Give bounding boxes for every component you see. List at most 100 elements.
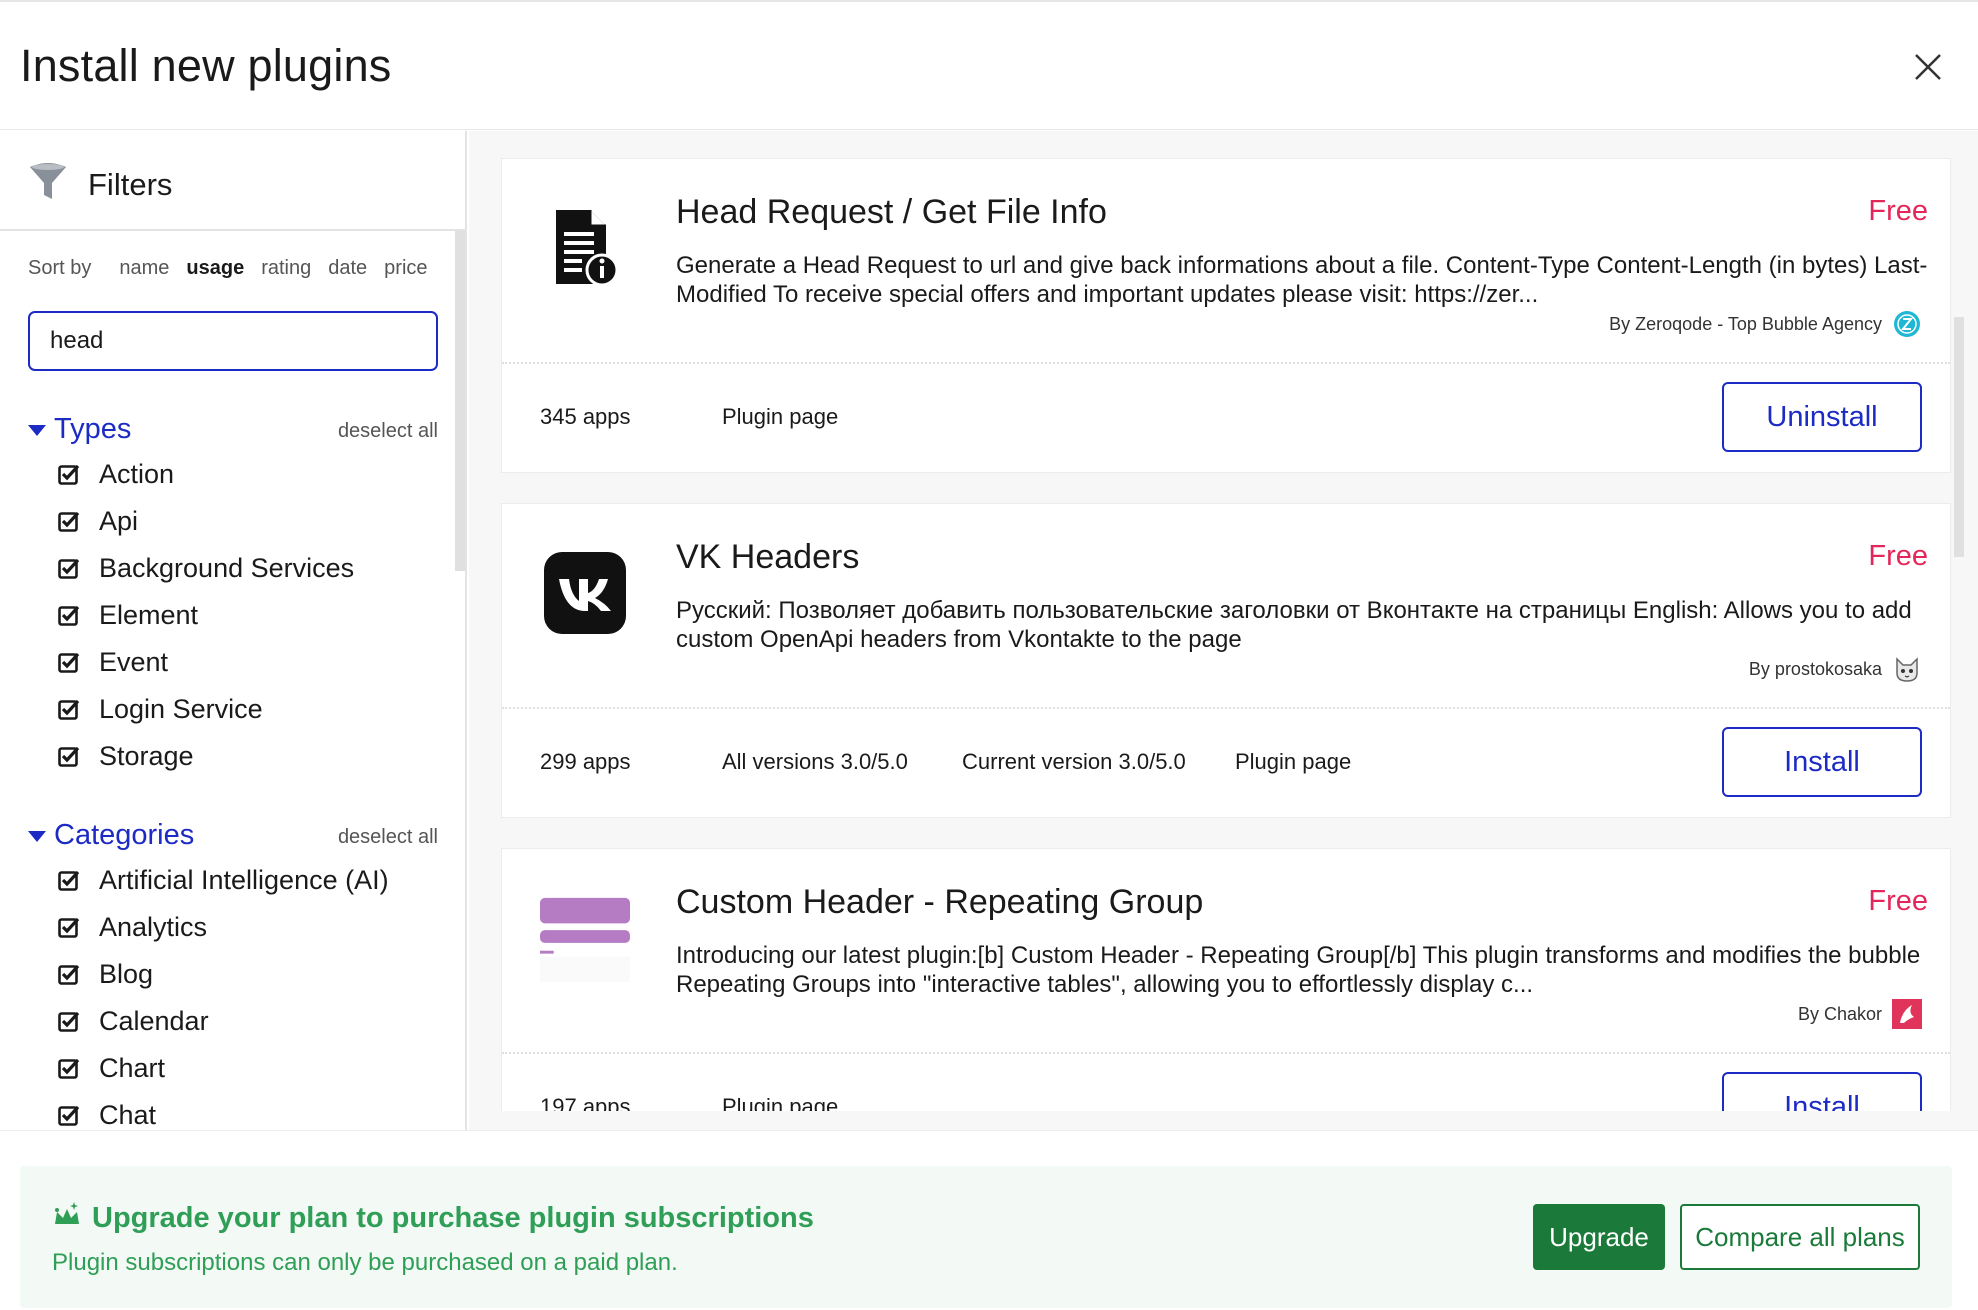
caret-down-icon (28, 425, 46, 436)
upgrade-subtitle: Plugin subscriptions can only be purchas… (52, 1249, 678, 1276)
compare-plans-button[interactable]: Compare all plans (1680, 1204, 1920, 1270)
main-scrollbar[interactable] (1954, 317, 1964, 557)
document-info-icon (540, 203, 630, 293)
list-clip-edge (469, 1111, 1978, 1130)
upgrade-button[interactable]: Upgrade (1533, 1204, 1665, 1270)
plugin-card-top: Head Request / Get File Info Free Genera… (502, 159, 1950, 364)
checkbox-checked-icon[interactable] (58, 1057, 80, 1079)
uninstall-button[interactable]: Uninstall (1722, 382, 1922, 452)
checkbox-checked-icon[interactable] (58, 557, 80, 579)
sort-option-date[interactable]: date (328, 257, 367, 280)
install-button[interactable]: Install (1722, 727, 1922, 797)
checkbox-checked-icon[interactable] (58, 1010, 80, 1032)
upgrade-title: Upgrade your plan to purchase plugin sub… (92, 1202, 814, 1234)
chakor-avatar-icon (1892, 999, 1922, 1029)
checkbox-label: Login Service (99, 694, 263, 724)
funnel-icon (30, 163, 66, 199)
type-checkbox-item[interactable]: Storage (28, 733, 438, 780)
plugin-price: Free (1868, 885, 1928, 917)
plugin-author: By Zeroqode - Top Bubble Agency (1609, 309, 1922, 339)
category-checkbox-item[interactable]: Chart (28, 1045, 438, 1092)
checkbox-checked-icon[interactable] (58, 916, 80, 938)
checkbox-checked-icon[interactable] (58, 698, 80, 720)
category-checkbox-item[interactable]: Analytics (28, 904, 438, 951)
plugin-card-top: VK Headers Free Русский: Позволяет добав… (502, 504, 1950, 709)
author-name: By Chakor (1797, 1003, 1882, 1024)
categories-header[interactable]: Categories deselect all (28, 817, 438, 857)
checkbox-label: Artificial Intelligence (AI) (99, 865, 389, 895)
plugin-description: Generate a Head Request to url and give … (676, 252, 1928, 308)
plugin-card: Head Request / Get File Info Free Genera… (501, 158, 1951, 473)
plugin-page-link[interactable]: Plugin page (722, 404, 838, 430)
plugin-name[interactable]: Custom Header - Repeating Group (676, 883, 1203, 922)
checkbox-label: Analytics (99, 912, 208, 942)
type-checkbox-item[interactable]: Event (28, 639, 438, 686)
plugin-card-top: Custom Header - Repeating Group Free Int… (502, 849, 1950, 1054)
types-section: Types deselect all Action Api Background S… (28, 411, 438, 780)
cat-avatar-icon (1892, 654, 1922, 684)
sort-option-price[interactable]: price (384, 257, 427, 280)
author-name: By prostokosaka (1748, 658, 1882, 679)
sidebar-scrollbar[interactable] (455, 231, 465, 571)
checkbox-label: Event (99, 647, 169, 677)
plugin-author: By Chakor (1798, 999, 1922, 1029)
plugin-all-versions: All versions 3.0/5.0 (722, 749, 908, 774)
checkbox-checked-icon[interactable] (58, 604, 80, 626)
caret-down-icon (28, 831, 46, 842)
checkbox-checked-icon[interactable] (58, 510, 80, 532)
plugin-price: Free (1868, 540, 1928, 572)
plugin-price: Free (1868, 195, 1928, 227)
upgrade-banner: Upgrade your plan to purchase plugin sub… (20, 1166, 1952, 1308)
close-icon (1915, 54, 1941, 80)
type-checkbox-item[interactable]: Action (28, 451, 438, 498)
close-button[interactable] (1908, 47, 1948, 87)
sort-option-rating[interactable]: rating (261, 257, 311, 280)
checkbox-checked-icon[interactable] (58, 463, 80, 485)
modal-header: Install new plugins (0, 0, 1978, 130)
plugin-name[interactable]: Head Request / Get File Info (676, 193, 1107, 232)
types-header[interactable]: Types deselect all (28, 411, 438, 451)
plugin-search-input[interactable] (28, 311, 438, 371)
footer: Upgrade your plan to purchase plugin sub… (0, 1130, 1978, 1310)
checkbox-label: Blog (99, 959, 154, 989)
type-checkbox-item[interactable]: Background Services (28, 545, 438, 592)
plugin-card: VK Headers Free Русский: Позволяет добав… (501, 503, 1951, 818)
type-checkbox-item[interactable]: Login Service (28, 686, 438, 733)
checkbox-checked-icon[interactable] (58, 1104, 80, 1126)
checkbox-checked-icon[interactable] (58, 745, 80, 767)
checkbox-checked-icon[interactable] (58, 869, 80, 891)
checkbox-label: Calendar (99, 1006, 209, 1036)
type-checkbox-item[interactable]: Element (28, 592, 438, 639)
plugin-page-link[interactable]: Plugin page (1235, 749, 1351, 775)
checkbox-label: Action (99, 459, 175, 489)
type-checkbox-item[interactable]: Api (28, 498, 438, 545)
category-checkbox-item[interactable]: Blog (28, 951, 438, 998)
sort-by-row: Sort by name usage rating date price (28, 257, 445, 280)
filters-title: Filters (88, 167, 173, 202)
checkbox-checked-icon[interactable] (58, 963, 80, 985)
plugin-description: Русский: Позволяет добавить пользователь… (676, 597, 1912, 653)
category-checkbox-item[interactable]: Calendar (28, 998, 438, 1045)
vk-logo-icon (540, 548, 630, 638)
checkbox-label: Api (99, 506, 139, 536)
filters-header: Filters (0, 131, 465, 231)
plugin-current-version: Current version 3.0/5.0 (962, 749, 1186, 774)
category-checkbox-item[interactable]: Chat (28, 1092, 438, 1130)
page-title: Install new plugins (20, 40, 392, 91)
checkbox-label: Element (99, 600, 199, 630)
checkbox-label: Chat (99, 1100, 157, 1130)
category-checkbox-item[interactable]: Artificial Intelligence (AI) (28, 857, 438, 904)
types-deselect-all[interactable]: deselect all (338, 420, 438, 443)
zeroqode-avatar-icon (1892, 309, 1922, 339)
checkbox-checked-icon[interactable] (58, 651, 80, 673)
sort-option-name[interactable]: name (119, 257, 169, 280)
plugin-description: Introducing our latest plugin:[b] Custom… (676, 942, 1921, 998)
crown-sparkle-icon (55, 1202, 79, 1224)
types-label: Types (54, 413, 132, 445)
categories-deselect-all[interactable]: deselect all (338, 826, 438, 849)
plugin-card: Custom Header - Repeating Group Free Int… (501, 848, 1951, 1130)
author-name: By Zeroqode - Top Bubble Agency (1609, 313, 1882, 334)
plugin-name[interactable]: VK Headers (676, 538, 859, 577)
sort-option-usage[interactable]: usage (186, 257, 244, 280)
checkbox-label: Storage (99, 741, 194, 771)
